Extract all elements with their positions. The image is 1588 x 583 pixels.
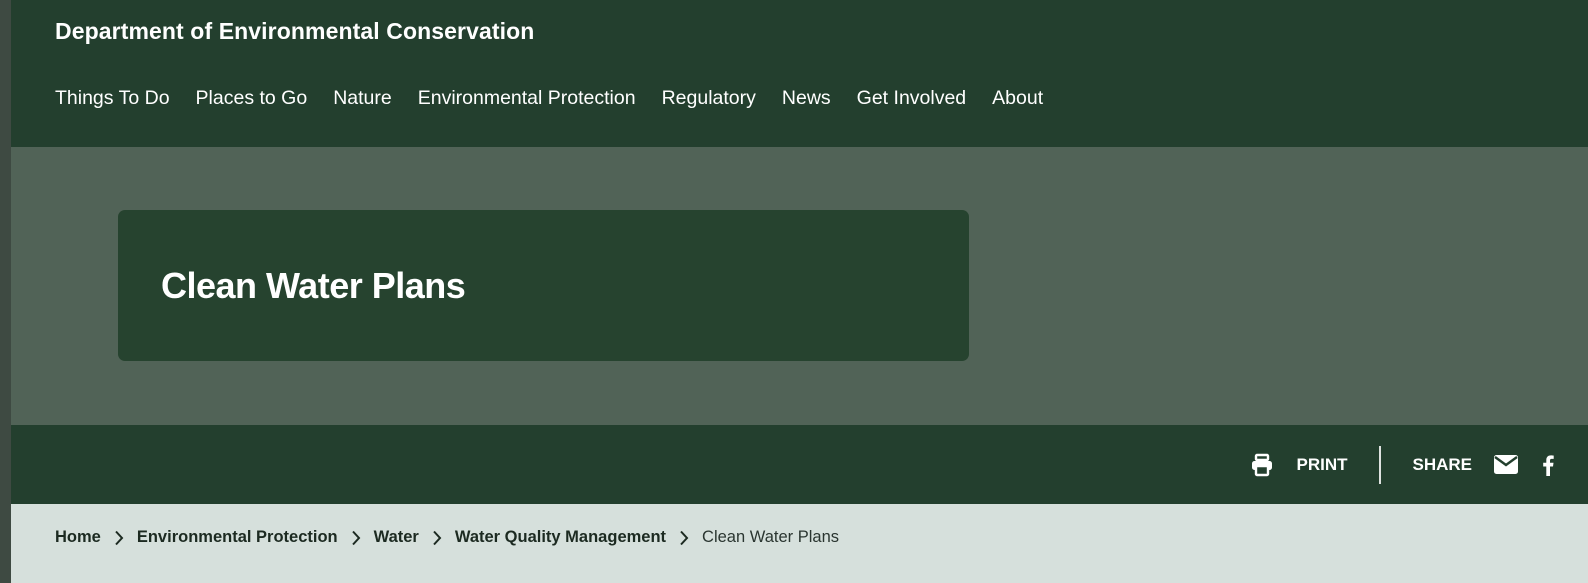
printer-icon	[1252, 453, 1273, 476]
breadcrumb-environmental-protection[interactable]: Environmental Protection	[137, 528, 338, 547]
breadcrumb-water[interactable]: Water	[374, 528, 419, 547]
nav-item-nature[interactable]: Nature	[333, 87, 392, 110]
chevron-right-icon	[679, 530, 689, 546]
nav-item-things-to-do[interactable]: Things To Do	[55, 87, 170, 110]
breadcrumb-current-page: Clean Water Plans	[702, 528, 839, 546]
facebook-icon[interactable]	[1542, 454, 1554, 476]
utility-divider	[1379, 445, 1382, 484]
print-label: PRINT	[1296, 454, 1348, 474]
agency-name-link[interactable]: Department of Environmental Conservation	[55, 18, 534, 45]
nav-item-about[interactable]: About	[992, 87, 1043, 110]
hero-banner: Clean Water Plans	[11, 147, 1588, 425]
print-button[interactable]: PRINT	[1250, 453, 1379, 477]
nav-item-regulatory[interactable]: Regulatory	[662, 87, 756, 110]
breadcrumb-home[interactable]: Home	[55, 528, 101, 547]
chevron-right-icon	[114, 530, 124, 546]
page: Department of Environmental Conservation…	[11, 0, 1588, 583]
breadcrumb: Home Environmental Protection Water Wate…	[55, 528, 839, 547]
title-card: Clean Water Plans	[118, 210, 969, 361]
email-icon[interactable]	[1494, 455, 1518, 474]
page-title: Clean Water Plans	[161, 265, 466, 306]
nav-item-news[interactable]: News	[782, 87, 831, 110]
main-navigation: Things To Do Places to Go Nature Environ…	[55, 87, 1069, 110]
utility-actions: PRINT SHARE	[1250, 425, 1578, 504]
breadcrumb-bar: Home Environmental Protection Water Wate…	[11, 504, 1588, 583]
share-label: SHARE	[1412, 454, 1472, 474]
chevron-right-icon	[432, 530, 442, 546]
breadcrumb-water-quality-management[interactable]: Water Quality Management	[455, 528, 666, 547]
nav-item-environmental-protection[interactable]: Environmental Protection	[418, 87, 636, 110]
site-header: Department of Environmental Conservation…	[11, 0, 1588, 147]
nav-item-places-to-go[interactable]: Places to Go	[196, 87, 308, 110]
chevron-right-icon	[351, 530, 361, 546]
nav-item-get-involved[interactable]: Get Involved	[857, 87, 966, 110]
utility-bar: PRINT SHARE	[11, 425, 1588, 504]
